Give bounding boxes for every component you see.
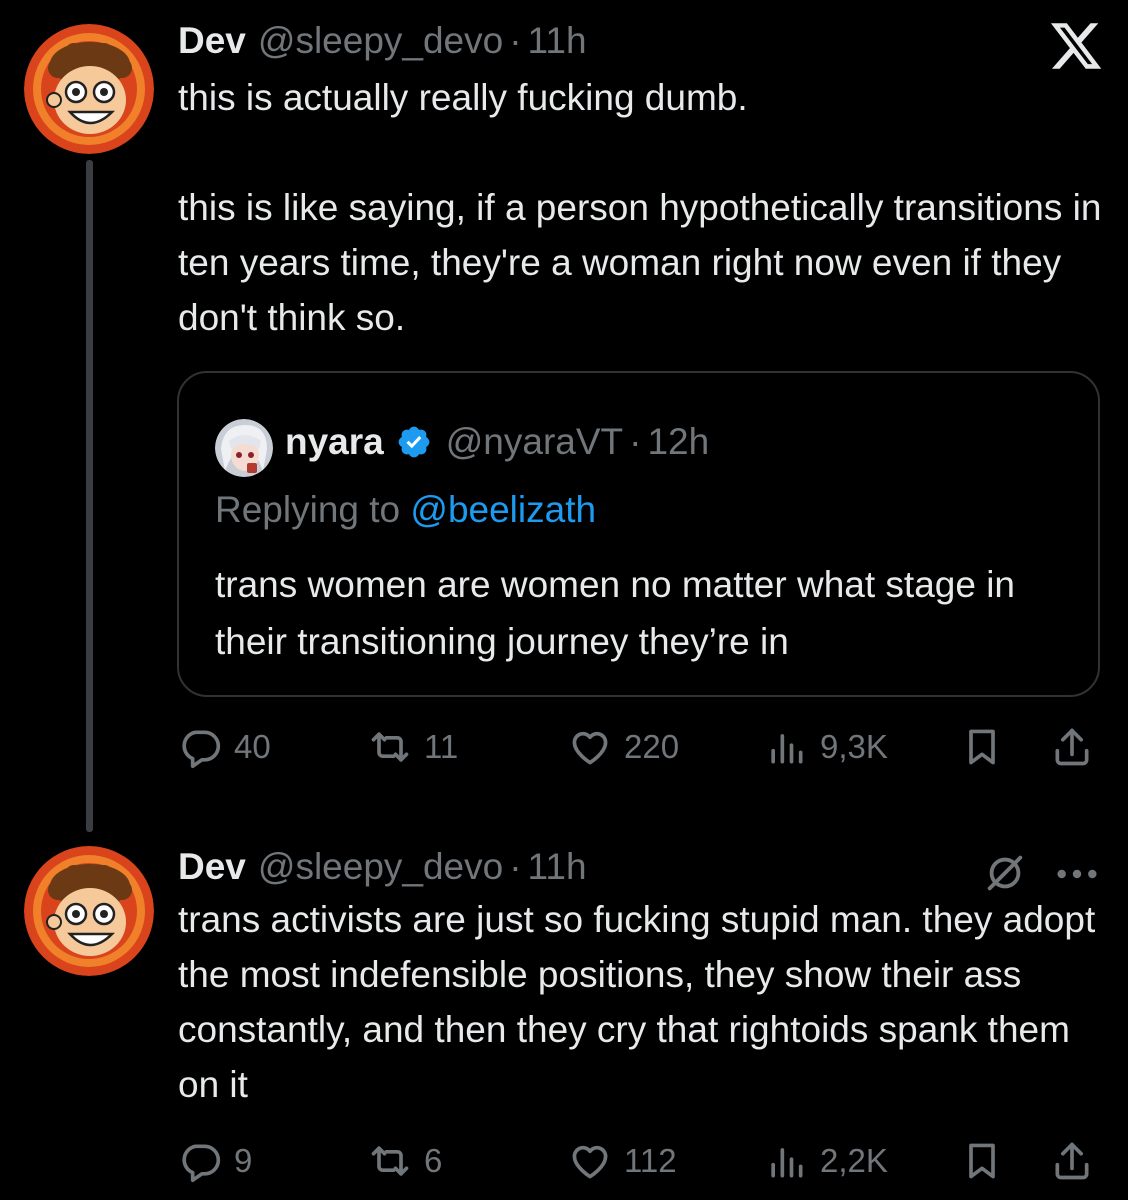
tweet[interactable]: Dev @sleepy_devo · 11h this is actually … [0, 0, 1128, 832]
share-button[interactable] [1050, 1136, 1094, 1186]
author-name[interactable]: Dev [178, 844, 246, 890]
avatar[interactable] [24, 24, 154, 154]
like-button[interactable]: 220 [568, 722, 679, 772]
bookmark-button[interactable] [960, 722, 1004, 772]
bar-chart-icon [771, 1148, 803, 1178]
mute-icon[interactable] [982, 850, 1028, 896]
views-button[interactable]: 9,3K [764, 722, 888, 772]
separator: · [629, 421, 642, 462]
retweet-count: 11 [424, 728, 459, 765]
tweet-text: trans activists are just so fucking stup… [178, 899, 1106, 1105]
view-count: 2,2K [820, 1142, 888, 1179]
reply-count: 9 [234, 1142, 253, 1179]
author-name[interactable]: Dev [178, 18, 246, 64]
heart-icon [572, 1145, 608, 1179]
action-bar: 9 6 112 2,2K [0, 1136, 1128, 1186]
tweet-text: this is actually really fucking dumb. th… [178, 77, 1102, 338]
bookmark-icon [969, 729, 995, 765]
bar-chart-icon [771, 734, 803, 764]
retweet-button[interactable]: 11 [368, 722, 458, 772]
replying-to: Replying to @beelizath [215, 487, 596, 533]
quote-avatar[interactable] [215, 419, 273, 477]
heart-icon [572, 731, 608, 765]
tweet[interactable]: Dev @sleepy_devo · 11h trans activists a… [0, 830, 1128, 1200]
timestamp[interactable]: 11h [528, 18, 587, 64]
tweet-header: Dev @sleepy_devo · 11h [178, 844, 587, 890]
replying-to-mention[interactable]: @beelizath [410, 489, 596, 530]
reply-button[interactable]: 40 [178, 722, 271, 772]
bookmark-button[interactable] [960, 1136, 1004, 1186]
like-count: 220 [624, 728, 680, 765]
x-logo-icon[interactable] [1048, 18, 1104, 74]
retweet-icon [371, 1146, 409, 1176]
reply-button[interactable]: 9 [178, 1136, 252, 1186]
quote-header: nyara @nyaraVT · 12h [285, 419, 709, 465]
quote-text: trans women are women no matter what sta… [215, 564, 1026, 662]
share-icon [1055, 728, 1089, 766]
bookmark-icon [969, 1143, 995, 1179]
separator: · [509, 846, 522, 887]
more-icon[interactable] [1054, 854, 1100, 894]
share-button[interactable] [1050, 722, 1094, 772]
quote-tweet[interactable]: nyara @nyaraVT · 12h Replying to @beeliz… [177, 371, 1100, 697]
speech-bubble-icon [182, 730, 221, 769]
retweet-count: 6 [424, 1142, 443, 1179]
timestamp[interactable]: 11h [528, 844, 587, 890]
retweet-button[interactable]: 6 [368, 1136, 442, 1186]
retweet-icon [371, 732, 409, 762]
tweet-header: Dev @sleepy_devo · 11h [178, 18, 587, 64]
author-handle[interactable]: @sleepy_devo [258, 844, 503, 890]
reply-count: 40 [234, 728, 271, 765]
like-count: 112 [624, 1142, 677, 1179]
avatar[interactable] [24, 846, 154, 976]
separator: · [509, 20, 522, 61]
view-count: 9,3K [820, 728, 888, 765]
views-button[interactable]: 2,2K [764, 1136, 888, 1186]
author-handle[interactable]: @sleepy_devo [258, 18, 503, 64]
like-button[interactable]: 112 [568, 1136, 677, 1186]
speech-bubble-icon [182, 1144, 221, 1183]
quote-author-name[interactable]: nyara [285, 419, 384, 465]
quote-author-handle[interactable]: @nyaraVT [446, 419, 623, 465]
action-bar: 40 11 220 9,3K [0, 722, 1128, 772]
share-icon [1055, 1142, 1089, 1180]
quote-timestamp[interactable]: 12h [647, 419, 709, 465]
verified-badge-icon [398, 426, 430, 458]
replying-prefix: Replying to [215, 489, 411, 530]
